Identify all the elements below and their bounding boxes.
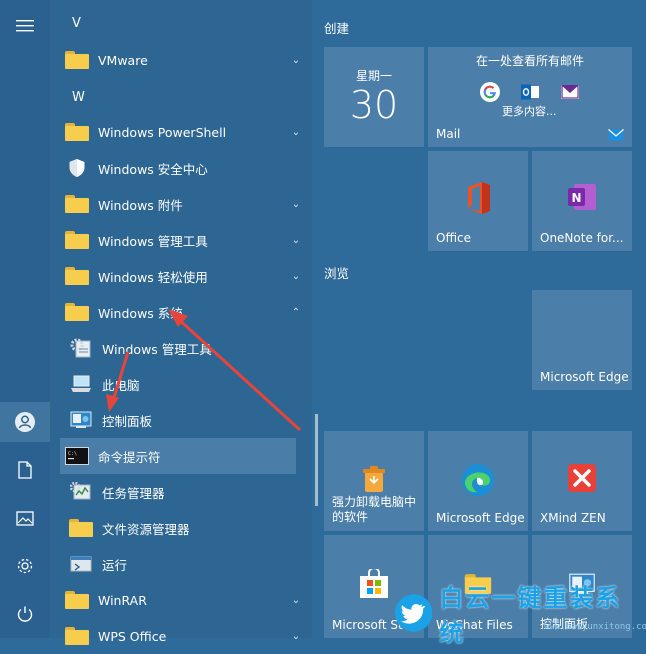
tile-mail[interactable]: 在一处查看所有邮件 更多内容... Mail [428,47,632,147]
twitter-bird-icon [394,594,433,632]
tile-label: 强力卸载电脑中的软件 [332,495,417,524]
tile-office[interactable]: Office [428,151,528,251]
tile-label: Microsoft Edge [540,370,629,384]
tile-label: Office [436,231,472,245]
tile-xmind[interactable]: XMind ZEN [532,431,632,531]
annotation-arrow-to-windows-system [173,314,302,432]
tile-uninstall-tool[interactable]: 强力卸载电脑中的软件 [324,431,424,531]
tile-label: Mail [436,127,461,141]
mail-more: 更多内容... [502,105,557,118]
section-title-create: 创建 [324,21,350,36]
xmind-icon [568,464,596,492]
outlook-icon [521,84,539,100]
arrowhead [106,394,119,412]
tile-calendar[interactable]: 星期一 30 [324,47,424,147]
office-icon [468,182,490,214]
tile-microsoft-edge[interactable]: Microsoft Edge [428,431,528,531]
section-title-browse: 浏览 [324,266,350,281]
annotation-arrow-to-control-panel [110,351,130,405]
watermark: 白云一键重装系统 www.baiyunxitong.com [394,584,646,647]
mail-provider-icons [480,81,580,103]
mail-envelope-icon [608,129,624,141]
tile-microsoft-edge-large[interactable]: Microsoft Edge [532,290,632,390]
tile-label: Microsoft Edge [436,511,525,525]
onenote-icon: N [568,184,596,210]
watermark-url: www.baiyunxitong.com [544,622,646,632]
uninstall-trash-icon [363,466,385,492]
tile-label: Microsoft St [332,618,403,632]
mail-title: 在一处查看所有邮件 [475,54,584,68]
calendar-day: 30 [349,83,399,127]
tile-label: OneNote for... [540,231,624,245]
yahoo-mail-icon [561,85,579,99]
tile-onenote[interactable]: N OneNote for... [532,151,632,251]
store-icon [360,569,388,598]
google-icon [480,82,500,102]
svg-text:N: N [572,191,582,205]
calendar-weekday: 星期一 [355,69,392,83]
edge-icon [462,464,494,496]
tile-label: XMind ZEN [540,511,606,525]
